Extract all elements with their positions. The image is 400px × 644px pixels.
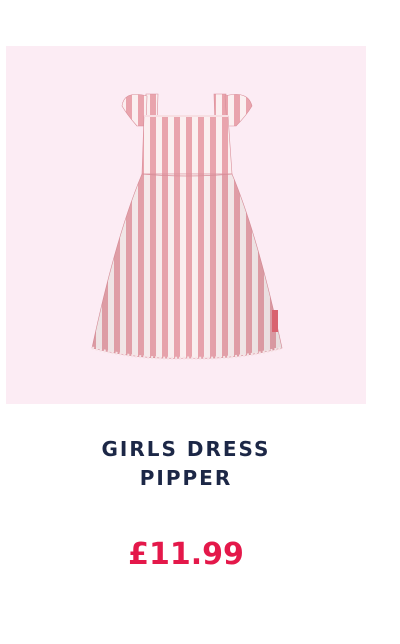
product-card: GIRLS DRESS PIPPER £11.99 (0, 0, 400, 644)
product-title-line-1: GIRLS DRESS (101, 437, 271, 461)
product-image[interactable] (6, 46, 366, 404)
dress-image (91, 93, 283, 360)
product-title[interactable]: GIRLS DRESS PIPPER (0, 435, 372, 493)
product-price: £11.99 (128, 537, 244, 572)
product-title-line-2: PIPPER (139, 466, 233, 490)
